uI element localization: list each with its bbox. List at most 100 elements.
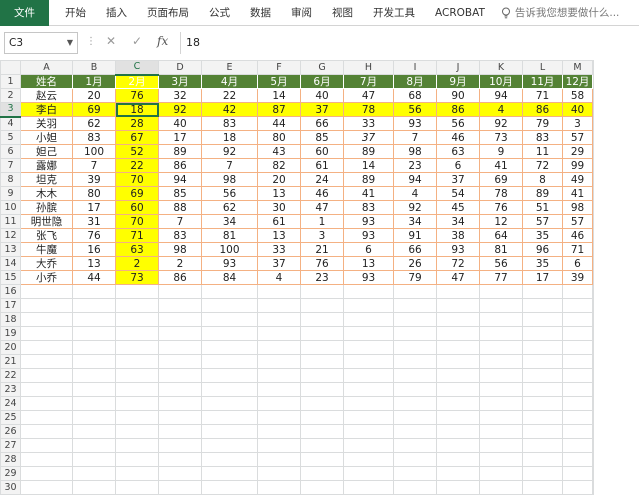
cell-h16[interactable] — [343, 284, 394, 299]
cell-c11[interactable]: 70 — [115, 214, 159, 229]
column-header-l[interactable]: L — [522, 60, 563, 75]
row-header-4[interactable]: 4 — [0, 116, 21, 131]
cell-n30[interactable] — [592, 480, 594, 495]
cell-b19[interactable] — [72, 326, 116, 341]
tab-formulas[interactable]: 公式 — [199, 0, 240, 26]
cell-f21[interactable] — [257, 354, 301, 369]
row-header-16[interactable]: 16 — [0, 284, 21, 299]
cell-g13[interactable]: 21 — [300, 242, 344, 257]
cell-m24[interactable] — [562, 396, 593, 411]
cell-c17[interactable] — [115, 298, 159, 313]
cell-a6[interactable]: 妲己 — [20, 144, 73, 159]
cell-m25[interactable] — [562, 410, 593, 425]
tab-page-layout[interactable]: 页面布局 — [137, 0, 199, 26]
cell-c7[interactable]: 22 — [115, 158, 159, 173]
cell-m13[interactable]: 71 — [562, 242, 593, 257]
cell-k18[interactable] — [479, 312, 523, 327]
cell-k27[interactable] — [479, 438, 523, 453]
cell-c5[interactable]: 67 — [115, 130, 159, 145]
cell-g25[interactable] — [300, 410, 344, 425]
cell-e2[interactable]: 22 — [201, 88, 258, 103]
cell-k4[interactable]: 92 — [479, 116, 523, 131]
column-header-n[interactable] — [592, 60, 594, 75]
cell-f17[interactable] — [257, 298, 301, 313]
cell-m14[interactable]: 6 — [562, 256, 593, 271]
cell-f5[interactable]: 80 — [257, 130, 301, 145]
cell-j25[interactable] — [436, 410, 480, 425]
cell-i28[interactable] — [393, 452, 437, 467]
cell-f19[interactable] — [257, 326, 301, 341]
cell-j24[interactable] — [436, 396, 480, 411]
cell-b3[interactable]: 69 — [72, 102, 116, 117]
cell-h21[interactable] — [343, 354, 394, 369]
cell-l9[interactable]: 89 — [522, 186, 563, 201]
cell-m21[interactable] — [562, 354, 593, 369]
cell-i30[interactable] — [393, 480, 437, 495]
cell-k14[interactable]: 56 — [479, 256, 523, 271]
cell-f24[interactable] — [257, 396, 301, 411]
cell-e8[interactable]: 98 — [201, 172, 258, 187]
cell-j7[interactable]: 6 — [436, 158, 480, 173]
cell-f23[interactable] — [257, 382, 301, 397]
cell-e7[interactable]: 7 — [201, 158, 258, 173]
cell-e15[interactable]: 84 — [201, 270, 258, 285]
cell-f9[interactable]: 13 — [257, 186, 301, 201]
cell-j18[interactable] — [436, 312, 480, 327]
cell-i10[interactable]: 92 — [393, 200, 437, 215]
cell-a19[interactable] — [20, 326, 73, 341]
cell-m7[interactable]: 99 — [562, 158, 593, 173]
cell-c3[interactable]: 18 — [115, 102, 159, 117]
column-header-m[interactable]: M — [562, 60, 593, 75]
cell-b5[interactable]: 83 — [72, 130, 116, 145]
cell-d20[interactable] — [158, 340, 202, 355]
cell-h12[interactable]: 93 — [343, 228, 394, 243]
cell-j23[interactable] — [436, 382, 480, 397]
cell-c26[interactable] — [115, 424, 159, 439]
cell-l29[interactable] — [522, 466, 563, 481]
cell-j12[interactable]: 38 — [436, 228, 480, 243]
cell-a4[interactable]: 关羽 — [20, 116, 73, 131]
cell-i5[interactable]: 7 — [393, 130, 437, 145]
cell-d5[interactable]: 17 — [158, 130, 202, 145]
cell-l27[interactable] — [522, 438, 563, 453]
row-header-19[interactable]: 19 — [0, 326, 21, 341]
cell-c4[interactable]: 28 — [115, 116, 159, 131]
cell-c28[interactable] — [115, 452, 159, 467]
cell-j4[interactable]: 56 — [436, 116, 480, 131]
cell-d11[interactable]: 7 — [158, 214, 202, 229]
cell-c10[interactable]: 60 — [115, 200, 159, 215]
cell-l4[interactable]: 79 — [522, 116, 563, 131]
cell-h10[interactable]: 83 — [343, 200, 394, 215]
cell-f30[interactable] — [257, 480, 301, 495]
row-header-25[interactable]: 25 — [0, 410, 21, 425]
cell-a27[interactable] — [20, 438, 73, 453]
row-header-11[interactable]: 11 — [0, 214, 21, 229]
cell-h8[interactable]: 89 — [343, 172, 394, 187]
cell-h4[interactable]: 33 — [343, 116, 394, 131]
cell-i3[interactable]: 56 — [393, 102, 437, 117]
cell-d21[interactable] — [158, 354, 202, 369]
cell-k7[interactable]: 41 — [479, 158, 523, 173]
cell-i12[interactable]: 91 — [393, 228, 437, 243]
cell-g19[interactable] — [300, 326, 344, 341]
cell-l12[interactable]: 35 — [522, 228, 563, 243]
cell-i22[interactable] — [393, 368, 437, 383]
cell-c8[interactable]: 70 — [115, 172, 159, 187]
cell-f14[interactable]: 37 — [257, 256, 301, 271]
cell-d4[interactable]: 40 — [158, 116, 202, 131]
cell-g4[interactable]: 66 — [300, 116, 344, 131]
cell-i13[interactable]: 66 — [393, 242, 437, 257]
cell-c22[interactable] — [115, 368, 159, 383]
cell-g7[interactable]: 61 — [300, 158, 344, 173]
cell-j27[interactable] — [436, 438, 480, 453]
cell-a16[interactable] — [20, 284, 73, 299]
row-header-21[interactable]: 21 — [0, 354, 21, 369]
cell-i4[interactable]: 93 — [393, 116, 437, 131]
cell-c1[interactable]: 2月 — [115, 74, 159, 89]
cell-h18[interactable] — [343, 312, 394, 327]
cell-h17[interactable] — [343, 298, 394, 313]
cell-e26[interactable] — [201, 424, 258, 439]
cell-j9[interactable]: 54 — [436, 186, 480, 201]
column-header-b[interactable]: B — [72, 60, 116, 75]
cell-k6[interactable]: 9 — [479, 144, 523, 159]
